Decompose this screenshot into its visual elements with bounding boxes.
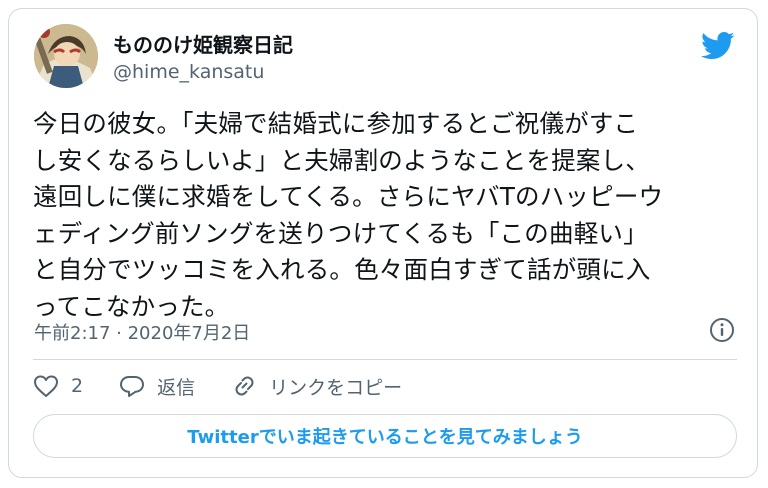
display-name[interactable]: もののけ姫観察日記 [113, 29, 293, 58]
like-button[interactable]: 2 [33, 374, 83, 398]
reply-button[interactable]: 返信 [119, 373, 195, 400]
tweet-card: もののけ姫観察日記 @hime_kansatu 今日の彼女。「夫婦で結婚式に参加… [8, 8, 758, 478]
info-icon[interactable] [709, 317, 735, 343]
action-bar: 2 返信 リンクをコピー [33, 371, 438, 401]
tweet-text-line: 遠回しに僕に求婚をしてくる。さらにヤバTのハッピーウ [33, 182, 664, 211]
user-handle[interactable]: @hime_kansatu [113, 61, 264, 83]
twitter-bird-icon[interactable] [701, 31, 735, 61]
reply-label: 返信 [157, 376, 196, 399]
see-whats-happening-button[interactable]: Twitterでいま起きていることを見てみましょう [33, 414, 737, 458]
copy-link-button[interactable]: リンクをコピー [231, 373, 402, 400]
divider [33, 359, 737, 360]
tweet-text-line: 今日の彼女。「夫婦で結婚式に参加するとご祝儀がすこ [33, 109, 639, 138]
tweet-timestamp[interactable]: 午前2:17 · 2020年7月2日 [34, 319, 250, 345]
heart-icon [34, 375, 58, 397]
speech-bubble-icon [120, 376, 145, 397]
copy-link-label: リンクをコピー [269, 376, 403, 399]
like-count: 2 [71, 375, 84, 397]
tweet-text-line: ェディング前ソングを送りつけてくるも「この曲軽い」 [33, 218, 648, 248]
avatar[interactable] [34, 24, 98, 88]
tweet-text-line: し安くなるらしいよ」と夫婦割のようなことを提案し、 [33, 145, 651, 175]
tweet-text-line: と自分でツッコミを入れる。色々面白すぎて話が頭に入 [33, 255, 651, 284]
link-icon [235, 376, 254, 396]
tweet-text: 今日の彼女。「夫婦で結婚式に参加するとご祝儀がすこ し安くなるらしいよ」と夫婦割… [33, 106, 733, 325]
